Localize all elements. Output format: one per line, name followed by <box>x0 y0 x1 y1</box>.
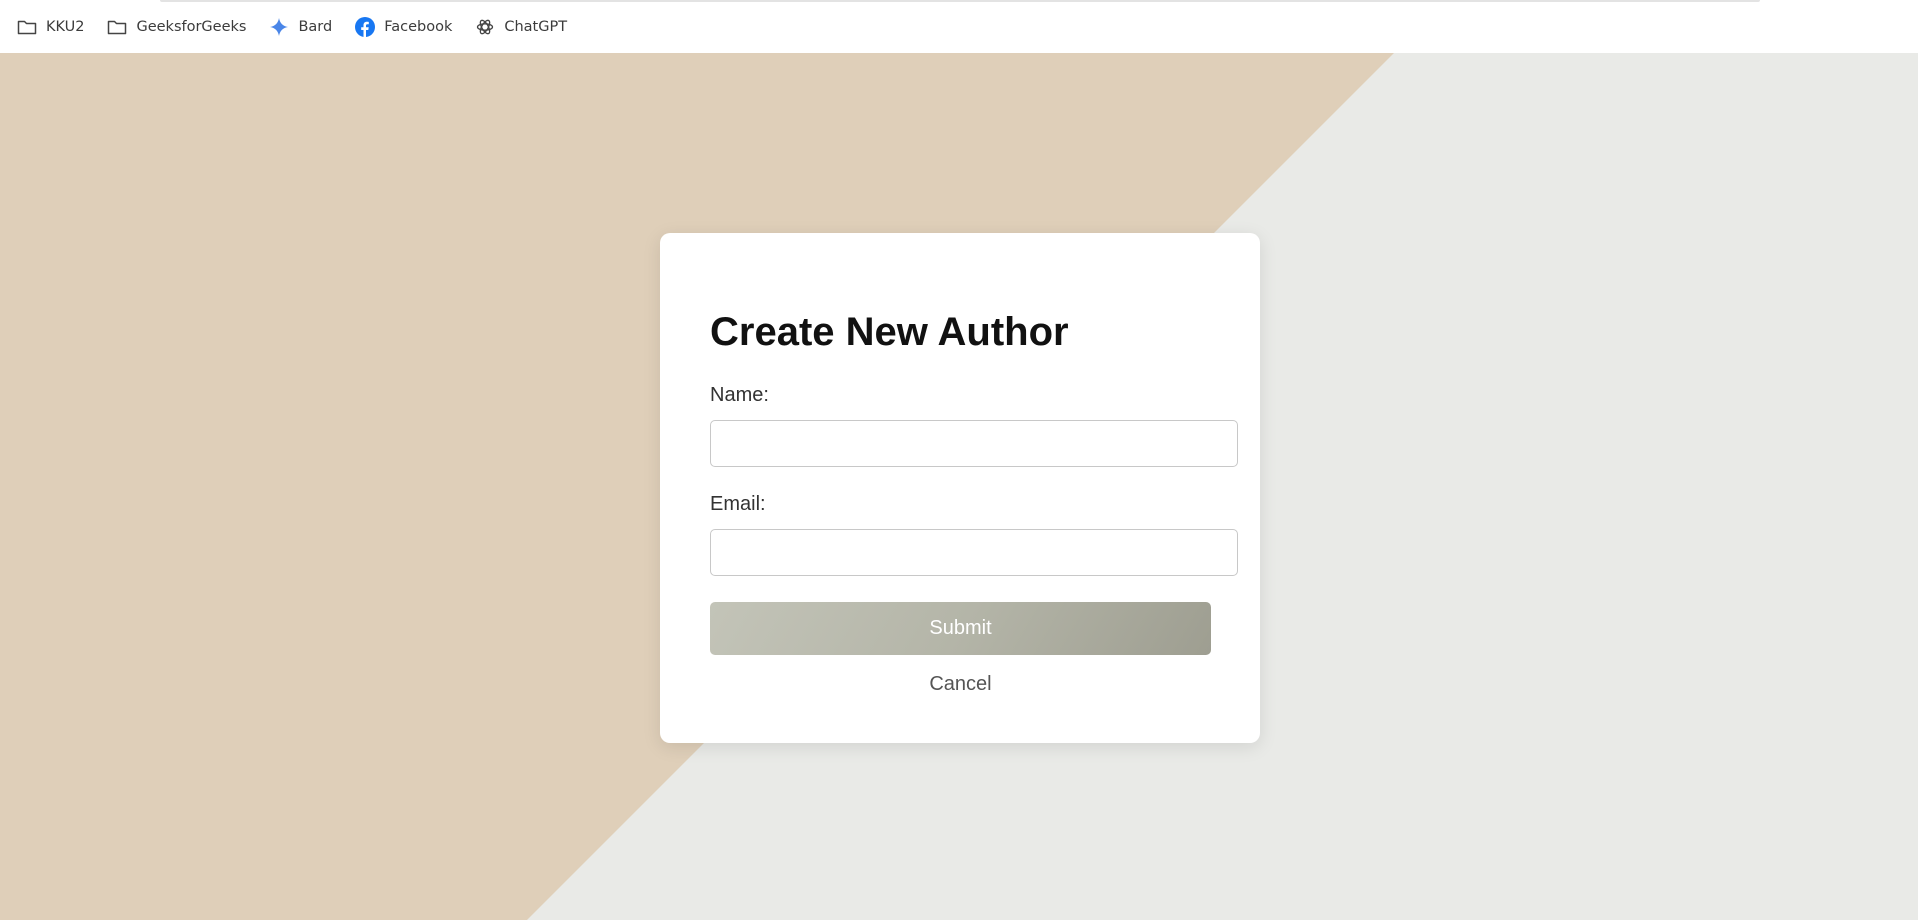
email-label: Email: <box>710 493 766 515</box>
bookmark-label: KKU2 <box>46 18 85 35</box>
bookmarks-bar: KKU2 GeeksforGeeks Bard Facebook ChatGPT <box>0 0 1918 53</box>
bookmark-label: Bard <box>298 18 333 35</box>
cancel-link[interactable]: Cancel <box>710 673 1211 696</box>
create-author-card: Create New Author Name: Email: Submit Ca… <box>660 233 1260 743</box>
submit-button[interactable]: Submit <box>710 602 1211 655</box>
bookmark-chatgpt[interactable]: ChatGPT <box>474 12 567 42</box>
bookmark-geeksforgeeks[interactable]: GeeksforGeeks <box>106 12 246 42</box>
name-input[interactable] <box>710 420 1238 467</box>
bard-sparkle-icon <box>268 16 290 38</box>
chatgpt-icon <box>474 16 496 38</box>
bookmark-label: GeeksforGeeks <box>136 18 247 35</box>
bookmark-label: Facebook <box>384 18 453 35</box>
bookmark-bard[interactable]: Bard <box>268 12 332 42</box>
bookmark-label: ChatGPT <box>504 18 568 35</box>
facebook-icon <box>354 16 376 38</box>
bookmark-kku2[interactable]: KKU2 <box>16 12 84 42</box>
name-label: Name: <box>710 384 769 406</box>
page-title: Create New Author <box>710 310 1069 354</box>
folder-icon <box>16 16 38 38</box>
page-content: Create New Author Name: Email: Submit Ca… <box>0 53 1918 920</box>
tab-strip-edge <box>160 0 1760 2</box>
bookmark-facebook[interactable]: Facebook <box>354 12 452 42</box>
email-input[interactable] <box>710 529 1238 576</box>
folder-icon <box>106 16 128 38</box>
